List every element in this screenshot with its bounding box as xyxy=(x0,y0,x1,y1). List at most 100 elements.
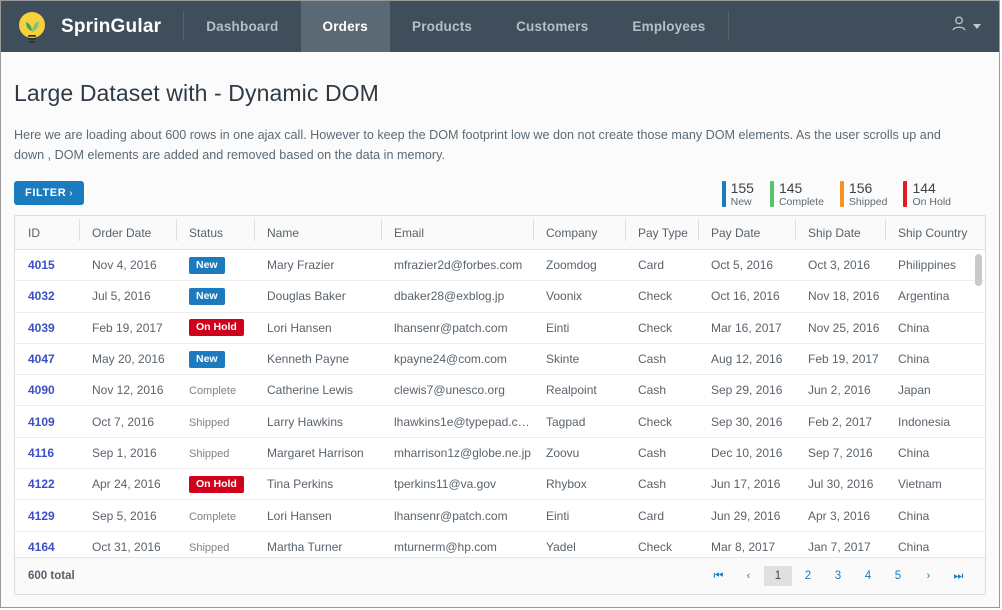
cell-name: Kenneth Payne xyxy=(254,352,381,366)
cell-status: New xyxy=(176,257,254,274)
cell-order-date: Feb 19, 2017 xyxy=(79,321,176,335)
scrollbar-thumb[interactable] xyxy=(975,254,982,286)
column-header-order-date[interactable]: Order Date xyxy=(79,226,176,240)
cell-pay-date: Sep 29, 2016 xyxy=(698,383,795,397)
cell-id[interactable]: 4032 xyxy=(15,289,79,303)
cell-company: Voonix xyxy=(533,289,625,303)
cell-pay-date: Oct 16, 2016 xyxy=(698,289,795,303)
table-row[interactable]: 4122Apr 24, 2016On HoldTina Perkinstperk… xyxy=(15,469,985,500)
cell-id[interactable]: 4047 xyxy=(15,352,79,366)
status-summary-new: 155 New xyxy=(722,181,754,208)
page-4-button[interactable]: 4 xyxy=(854,566,882,586)
cell-email: kpayne24@com.com xyxy=(381,352,533,366)
column-header-company[interactable]: Company xyxy=(533,226,625,240)
cell-pay-type: Cash xyxy=(625,383,698,397)
table-row[interactable]: 4032Jul 5, 2016NewDouglas Bakerdbaker28@… xyxy=(15,281,985,312)
cell-pay-date: Mar 8, 2017 xyxy=(698,540,795,554)
cell-ship-date: Jan 7, 2017 xyxy=(795,540,885,554)
cell-email: lhansenr@patch.com xyxy=(381,509,533,523)
page-5-button[interactable]: 5 xyxy=(884,566,912,586)
cell-ship-date: Jul 30, 2016 xyxy=(795,477,885,491)
status-color-bar xyxy=(722,181,726,207)
cell-id[interactable]: 4122 xyxy=(15,477,79,491)
cell-company: Realpoint xyxy=(533,383,625,397)
cell-order-date: Jul 5, 2016 xyxy=(79,289,176,303)
cell-pay-type: Check xyxy=(625,415,698,429)
user-menu[interactable] xyxy=(950,1,999,52)
grid-body[interactable]: 4015Nov 4, 2016NewMary Fraziermfrazier2d… xyxy=(15,250,985,557)
page-content: Large Dataset with - Dynamic DOM Here we… xyxy=(1,52,999,608)
nav-item-dashboard[interactable]: Dashboard xyxy=(184,1,300,52)
table-row[interactable]: 4129Sep 5, 2016CompleteLori Hansenlhanse… xyxy=(15,500,985,531)
status-summary-text: 145Complete xyxy=(779,181,824,208)
cell-pay-date: Jun 29, 2016 xyxy=(698,509,795,523)
prev-page-button[interactable]: ‹ xyxy=(734,566,762,586)
table-row[interactable]: 4109Oct 7, 2016ShippedLarry Hawkinslhawk… xyxy=(15,406,985,437)
cell-id[interactable]: 4129 xyxy=(15,509,79,523)
cell-id[interactable]: 4164 xyxy=(15,540,79,554)
status-summary-text: 156Shipped xyxy=(849,181,888,208)
cell-company: Tagpad xyxy=(533,415,625,429)
total-count-label: 600 total xyxy=(28,570,75,582)
nav-item-orders[interactable]: Orders xyxy=(301,1,390,52)
cell-id[interactable]: 4116 xyxy=(15,446,79,460)
grid-vertical-scrollbar[interactable] xyxy=(975,254,982,553)
cell-id[interactable]: 4109 xyxy=(15,415,79,429)
cell-status: Complete xyxy=(176,509,254,523)
cell-name: Mary Frazier xyxy=(254,258,381,272)
page-2-button[interactable]: 2 xyxy=(794,566,822,586)
status-text: Shipped xyxy=(189,448,229,460)
cell-id[interactable]: 4090 xyxy=(15,383,79,397)
next-page-button[interactable]: › xyxy=(914,566,942,586)
cell-id[interactable]: 4039 xyxy=(15,321,79,335)
cell-pay-type: Card xyxy=(625,258,698,272)
table-row[interactable]: 4015Nov 4, 2016NewMary Fraziermfrazier2d… xyxy=(15,250,985,281)
status-label: New xyxy=(731,197,754,208)
cell-id[interactable]: 4015 xyxy=(15,258,79,272)
filter-button[interactable]: FILTER› xyxy=(14,181,84,205)
cell-status: Complete xyxy=(176,383,254,397)
nav-item-employees[interactable]: Employees xyxy=(610,1,727,52)
column-header-status[interactable]: Status xyxy=(176,226,254,240)
cell-order-date: Apr 24, 2016 xyxy=(79,477,176,491)
last-page-button[interactable]: ⏭ xyxy=(944,566,972,586)
status-badge: New xyxy=(189,288,225,305)
cell-pay-date: Dec 10, 2016 xyxy=(698,446,795,460)
cell-status: On Hold xyxy=(176,319,254,336)
column-header-id[interactable]: ID xyxy=(15,226,79,240)
status-count: 144 xyxy=(912,181,951,195)
cell-email: mturnerm@hp.com xyxy=(381,540,533,554)
first-page-button[interactable]: ⏮ xyxy=(704,566,732,586)
cell-pay-type: Cash xyxy=(625,446,698,460)
column-header-name[interactable]: Name xyxy=(254,226,381,240)
table-row[interactable]: 4164Oct 31, 2016ShippedMartha Turnermtur… xyxy=(15,532,985,557)
cell-company: Einti xyxy=(533,321,625,335)
table-row[interactable]: 4047May 20, 2016NewKenneth Paynekpayne24… xyxy=(15,344,985,375)
page-3-button[interactable]: 3 xyxy=(824,566,852,586)
cell-order-date: May 20, 2016 xyxy=(79,352,176,366)
status-count: 155 xyxy=(731,181,754,195)
column-header-email[interactable]: Email xyxy=(381,226,533,240)
status-label: On Hold xyxy=(912,197,951,208)
column-header-ship-country[interactable]: Ship Country xyxy=(885,226,985,240)
column-header-pay-date[interactable]: Pay Date xyxy=(698,226,795,240)
cell-company: Yadel xyxy=(533,540,625,554)
column-header-pay-type[interactable]: Pay Type xyxy=(625,226,698,240)
cell-ship-country: Philippines xyxy=(885,258,985,272)
nav-item-products[interactable]: Products xyxy=(390,1,494,52)
status-text: Shipped xyxy=(189,542,229,554)
cell-pay-type: Card xyxy=(625,509,698,523)
cell-email: mfrazier2d@forbes.com xyxy=(381,258,533,272)
lightbulb-sprout-icon xyxy=(15,10,49,44)
nav-item-customers[interactable]: Customers xyxy=(494,1,610,52)
brand-logo-area[interactable]: SprinGular xyxy=(1,1,183,52)
table-row[interactable]: 4039Feb 19, 2017On HoldLori Hansenlhanse… xyxy=(15,313,985,344)
cell-pay-type: Cash xyxy=(625,477,698,491)
column-header-ship-date[interactable]: Ship Date xyxy=(795,226,885,240)
table-row[interactable]: 4116Sep 1, 2016ShippedMargaret Harrisonm… xyxy=(15,438,985,469)
table-row[interactable]: 4090Nov 12, 2016CompleteCatherine Lewisc… xyxy=(15,375,985,406)
cell-pay-type: Check xyxy=(625,289,698,303)
page-1-button[interactable]: 1 xyxy=(764,566,792,586)
cell-name: Margaret Harrison xyxy=(254,446,381,460)
brand-name: SprinGular xyxy=(61,16,161,38)
